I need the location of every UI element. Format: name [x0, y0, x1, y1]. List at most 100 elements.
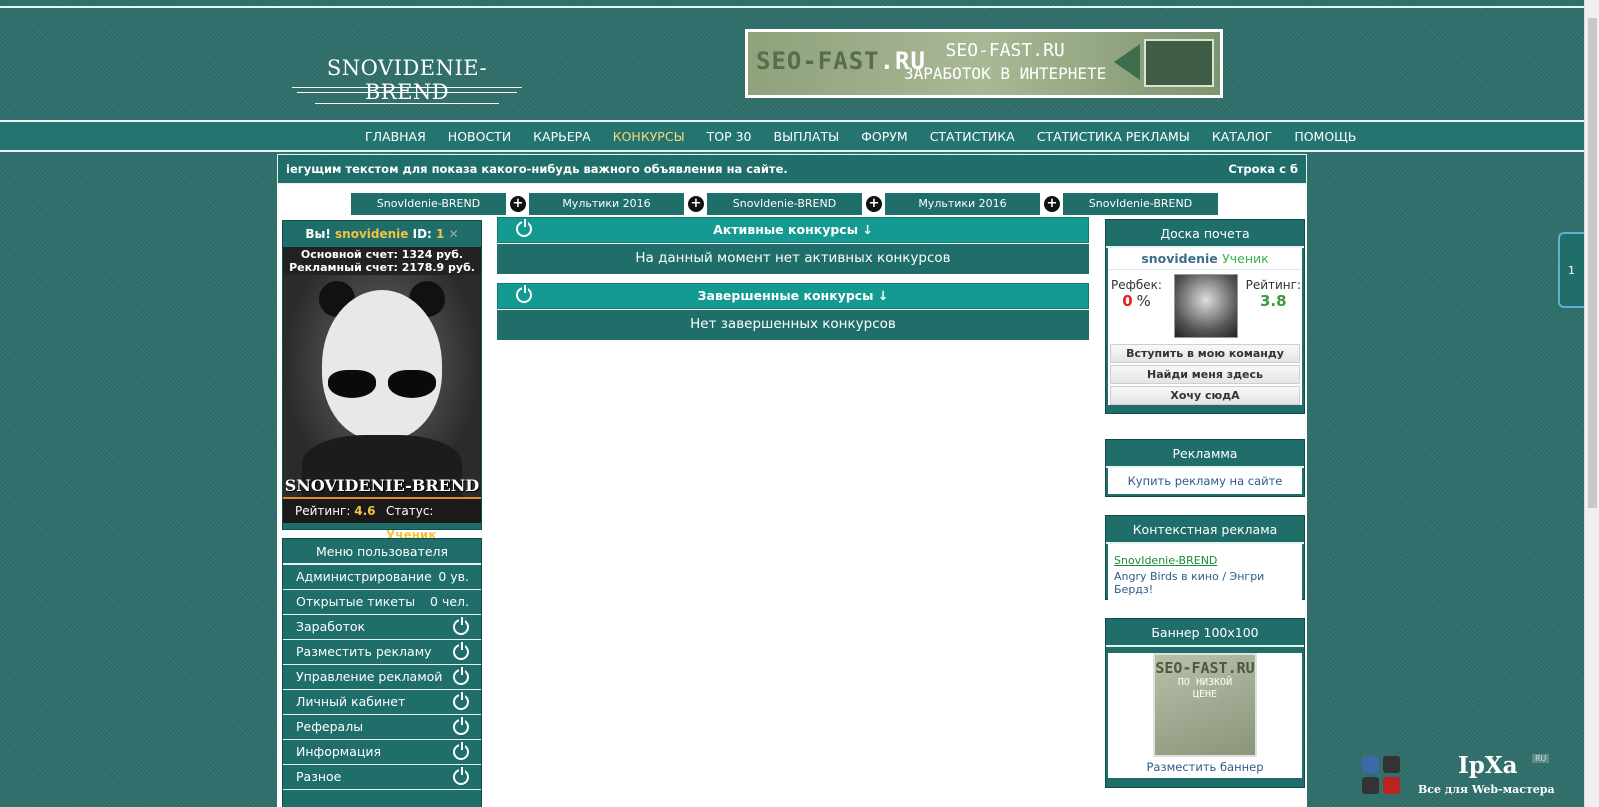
user-menu-item[interactable]: Заработок	[283, 615, 481, 640]
user-menu-item[interactable]: Информация	[283, 740, 481, 765]
logo-square	[1383, 756, 1400, 773]
news-ticker: іегущим текстом для показа какого-нибудь…	[277, 154, 1307, 184]
sunglasses-icon	[388, 370, 436, 398]
logo-line	[292, 87, 522, 88]
logo-square	[1383, 777, 1400, 794]
nav-item[interactable]: КОНКУРСЫ	[613, 129, 685, 144]
power-icon[interactable]	[453, 692, 469, 710]
want-here-button[interactable]: Хочу сюдА	[1110, 386, 1300, 405]
quick-tab[interactable]: SnovIdenie-BREND	[351, 193, 506, 215]
nav-item[interactable]: СТАТИСТИКА РЕКЛАМЫ	[1037, 129, 1190, 144]
nav-item[interactable]: ВЫПЛАТЫ	[774, 129, 840, 144]
logo-square	[1362, 777, 1379, 794]
find-me-button[interactable]: Найди меня здесь	[1110, 365, 1300, 384]
quick-tab[interactable]: SnovIdenie-BREND	[707, 193, 862, 215]
close-icon[interactable]: ✕	[449, 227, 459, 241]
monitor-icon	[1144, 39, 1214, 87]
power-icon[interactable]	[453, 767, 469, 785]
nav-item[interactable]: СТАТИСТИКА	[930, 129, 1015, 144]
power-icon[interactable]	[516, 285, 532, 303]
active-contests-header[interactable]: Активные конкурсы ↓	[497, 217, 1089, 243]
honor-user[interactable]: snovidenie Ученик	[1108, 248, 1302, 270]
quick-tab[interactable]: Мультики 2016	[885, 193, 1040, 215]
sunglasses-icon	[328, 370, 376, 398]
user-menu-count: 0 чел.	[430, 594, 469, 609]
logo-square	[1362, 756, 1379, 773]
user-menu-label: Информация	[296, 744, 382, 759]
user-menu-label: Заработок	[296, 619, 366, 634]
profile-header: Вы! snovidenie ID: 1 ✕	[305, 227, 459, 241]
power-icon[interactable]	[516, 219, 532, 237]
site-logo[interactable]: SNOVIDENIE-BREND	[292, 56, 522, 104]
nav-item[interactable]: ГЛАВНАЯ	[365, 129, 426, 144]
power-icon[interactable]	[453, 617, 469, 635]
honor-board-title: Доска почета	[1106, 220, 1304, 248]
ticker-text: іегущим текстом для показа какого-нибудь…	[286, 162, 788, 176]
avatar-caption: SNOVIDENIE-BREND	[284, 476, 480, 495]
nav-item[interactable]: ПОМОЩЬ	[1294, 129, 1356, 144]
user-menu-item[interactable]: Открытые тикеты 0 чел.	[283, 590, 481, 615]
account-balances: Основной счет: 1324 руб. Рекламный счет:…	[283, 247, 481, 275]
plus-icon[interactable]: +	[1044, 196, 1060, 212]
context-ads-title: Контекстная реклама	[1106, 516, 1304, 544]
top-divider	[0, 6, 1584, 8]
arrow-icon	[1114, 44, 1140, 80]
power-icon[interactable]	[453, 742, 469, 760]
user-profile-card: Вы! snovidenie ID: 1 ✕ Основной счет: 13…	[282, 220, 482, 542]
plus-icon[interactable]: +	[866, 196, 882, 212]
plus-icon[interactable]: +	[510, 196, 526, 212]
nav-item[interactable]: ФОРУМ	[861, 129, 908, 144]
quick-tab[interactable]: SnovIdenie-BREND	[1063, 193, 1218, 215]
ticker-text: Строка с б	[1228, 162, 1298, 176]
user-menu-item[interactable]: Разместить рекламу	[283, 640, 481, 665]
nav-item[interactable]: TOP 30	[707, 129, 752, 144]
finished-contests-body: Нет завершенных конкурсов	[497, 310, 1089, 340]
banner-slogan: SEO-FAST.RU ЗАРАБОТОК В ИНТЕРНЕТЕ	[904, 40, 1107, 83]
join-team-button[interactable]: Вступить в мою команду	[1110, 344, 1300, 363]
nav-item[interactable]: НОВОСТИ	[448, 129, 511, 144]
profile-stats: Рейтинг: 4.6 Статус: Ученик	[283, 497, 481, 542]
ads-block: Рекламма Купить рекламу на сайте	[1105, 439, 1305, 497]
nav-item[interactable]: КАРЬЕРА	[533, 129, 591, 144]
main-nav: ГЛАВНАЯ НОВОСТИ КАРЬЕРА КОНКУРСЫ TOP 30 ВЫПЛА…	[0, 120, 1584, 152]
buy-ads-link[interactable]: Купить рекламу на сайте	[1108, 468, 1302, 494]
ads-title: Рекламма	[1106, 440, 1304, 468]
user-menu-item[interactable]: Управление рекламой	[283, 665, 481, 690]
side-slide-tab[interactable]: 1	[1558, 232, 1586, 308]
watermark-word: IpXa	[1458, 752, 1518, 779]
nav-item[interactable]: КАТАЛОГ	[1212, 129, 1272, 144]
context-ad-desc[interactable]: Angry Birds в кино / Энгри Бердз!	[1114, 570, 1264, 596]
page-scrollbar[interactable]	[1584, 0, 1599, 807]
user-menu-item[interactable]: Личный кабинет	[283, 690, 481, 715]
watermark-ru: RU	[1532, 754, 1550, 763]
logo-text: SNOVIDENIE-BREND	[326, 56, 488, 104]
quick-tabs: SnovIdenie-BREND + Мультики 2016 + SnovI…	[351, 193, 1231, 215]
profile-username[interactable]: snovidenie	[335, 227, 408, 241]
plus-icon[interactable]: +	[688, 196, 704, 212]
avatar: SNOVIDENIE-BREND	[283, 275, 481, 497]
power-icon[interactable]	[453, 667, 469, 685]
user-menu-item[interactable]: Администрирование 0 ув.	[283, 565, 481, 590]
place-banner-link[interactable]: Разместить баннер	[1108, 757, 1302, 778]
banner-100-title: Баннер 100x100	[1106, 619, 1304, 647]
honor-avatar[interactable]	[1174, 274, 1238, 338]
user-menu-label: Разное	[296, 769, 342, 784]
quick-tab[interactable]: Мультики 2016	[529, 193, 684, 215]
user-menu-title: Меню пользователя	[283, 539, 481, 565]
power-icon[interactable]	[453, 642, 469, 660]
banner-100-image[interactable]: SEO-FAST.RU ПО НИЗКОЙ ЦЕНЕ	[1153, 653, 1257, 757]
watermark-sub: Все для Web-мастера	[1418, 783, 1555, 796]
user-menu-label: Управление рекламой	[296, 669, 443, 684]
user-menu-item[interactable]: Разное	[283, 765, 481, 790]
power-icon[interactable]	[453, 717, 469, 735]
user-menu-label: Разместить рекламу	[296, 644, 432, 659]
top-banner[interactable]: SEO-FAST.RU SEO-FAST.RU ЗАРАБОТОК В ИНТЕ…	[745, 29, 1223, 98]
banner-brand: SEO-FAST.RU	[756, 47, 926, 75]
scrollbar-thumb[interactable]	[1588, 18, 1597, 508]
user-menu: Меню пользователя Администрирование 0 ув.…	[282, 538, 482, 807]
context-ad-link[interactable]: SnovIdenie-BREND	[1114, 554, 1296, 567]
user-menu-label: Личный кабинет	[296, 694, 406, 709]
finished-contests-header[interactable]: Завершенные конкурсы ↓	[497, 283, 1089, 309]
logo-line	[297, 92, 517, 93]
user-menu-item[interactable]: Рефералы	[283, 715, 481, 740]
